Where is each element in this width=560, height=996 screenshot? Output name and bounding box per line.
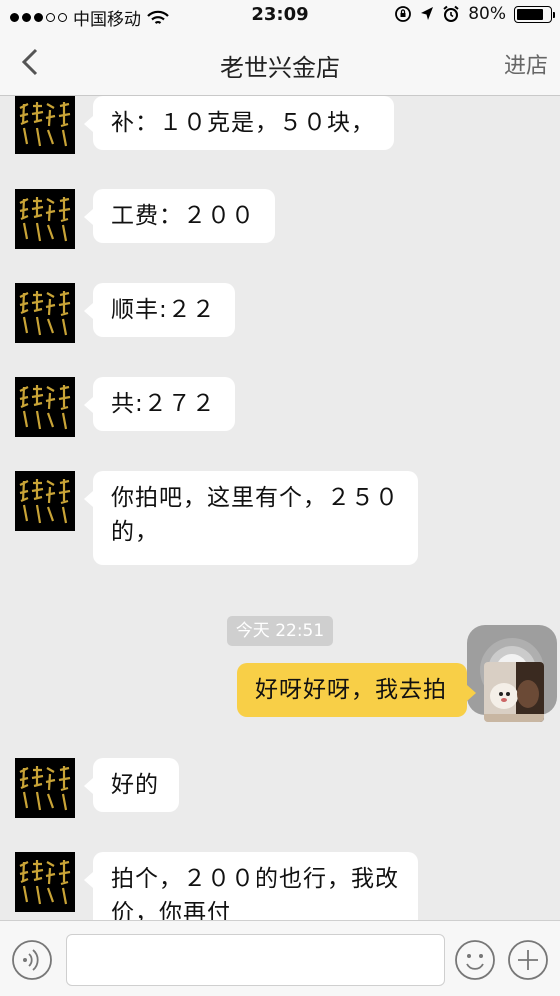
status-bar: 中国移动 23:09 80% [0, 0, 560, 30]
input-bar [0, 920, 560, 996]
rotation-lock-icon [395, 6, 412, 22]
gold-shop-logo-icon [15, 283, 75, 343]
message-bubble[interactable]: 你拍吧，这里有个，２５０ 的， [84, 471, 418, 565]
message-line: 你拍吧，这里有个，２５０ [111, 485, 399, 511]
emoji-icon [455, 940, 495, 980]
alarm-icon [443, 5, 459, 22]
message-bubble[interactable]: 补：１０克是，５０块， [84, 96, 394, 150]
plus-icon [508, 940, 548, 980]
voice-icon [12, 940, 52, 980]
location-icon [421, 7, 434, 20]
chat-area[interactable]: 补：１０克是，５０块， 工费：２００ 顺丰:２２ 共:２７２ 你拍吧，这里有个，… [0, 96, 560, 920]
my-message-bubble[interactable]: 好呀好呀，我去拍 [237, 663, 476, 717]
message-bubble[interactable]: 好的 [84, 758, 179, 812]
message-input[interactable] [66, 934, 445, 986]
message-bubble[interactable]: 顺丰:２２ [84, 283, 235, 337]
message-bubble[interactable]: 工费：２００ [84, 189, 275, 243]
gold-shop-logo-icon [15, 852, 75, 912]
battery-percent: 80% [468, 4, 506, 24]
page-title: 老世兴金店 [220, 54, 340, 82]
voice-button[interactable] [11, 939, 53, 981]
gold-shop-logo-icon [15, 189, 75, 249]
dog-photo-icon [484, 662, 544, 722]
gold-shop-logo-icon [15, 471, 75, 531]
gold-shop-logo-icon [15, 377, 75, 437]
shop-avatar[interactable] [15, 758, 75, 818]
shop-avatar[interactable] [15, 189, 75, 249]
chat-timestamp: 今天 22:51 [227, 616, 333, 646]
shop-avatar[interactable] [15, 283, 75, 343]
gold-shop-logo-icon [15, 758, 75, 818]
message-bubble[interactable]: 拍个，２００的也行，我改 价，你再付 [84, 852, 418, 920]
my-avatar[interactable] [484, 662, 544, 722]
shop-avatar[interactable] [15, 852, 75, 912]
emoji-button[interactable] [454, 939, 496, 981]
shop-avatar[interactable] [15, 471, 75, 531]
more-button[interactable] [507, 939, 549, 981]
battery-icon [514, 5, 555, 23]
gold-shop-logo-icon [15, 96, 75, 154]
status-right: 80% [394, 4, 555, 24]
message-bubble[interactable]: 共:２７２ [84, 377, 235, 431]
message-line: 价，你再付 [111, 900, 231, 920]
shop-avatar[interactable] [15, 377, 75, 437]
message-line: 拍个，２００的也行，我改 [111, 866, 399, 892]
shop-avatar[interactable] [15, 96, 75, 154]
message-line: 的， [111, 519, 159, 545]
nav-bar: 老世兴金店 进店 [0, 30, 560, 96]
enter-shop-button[interactable]: 进店 [504, 48, 548, 80]
